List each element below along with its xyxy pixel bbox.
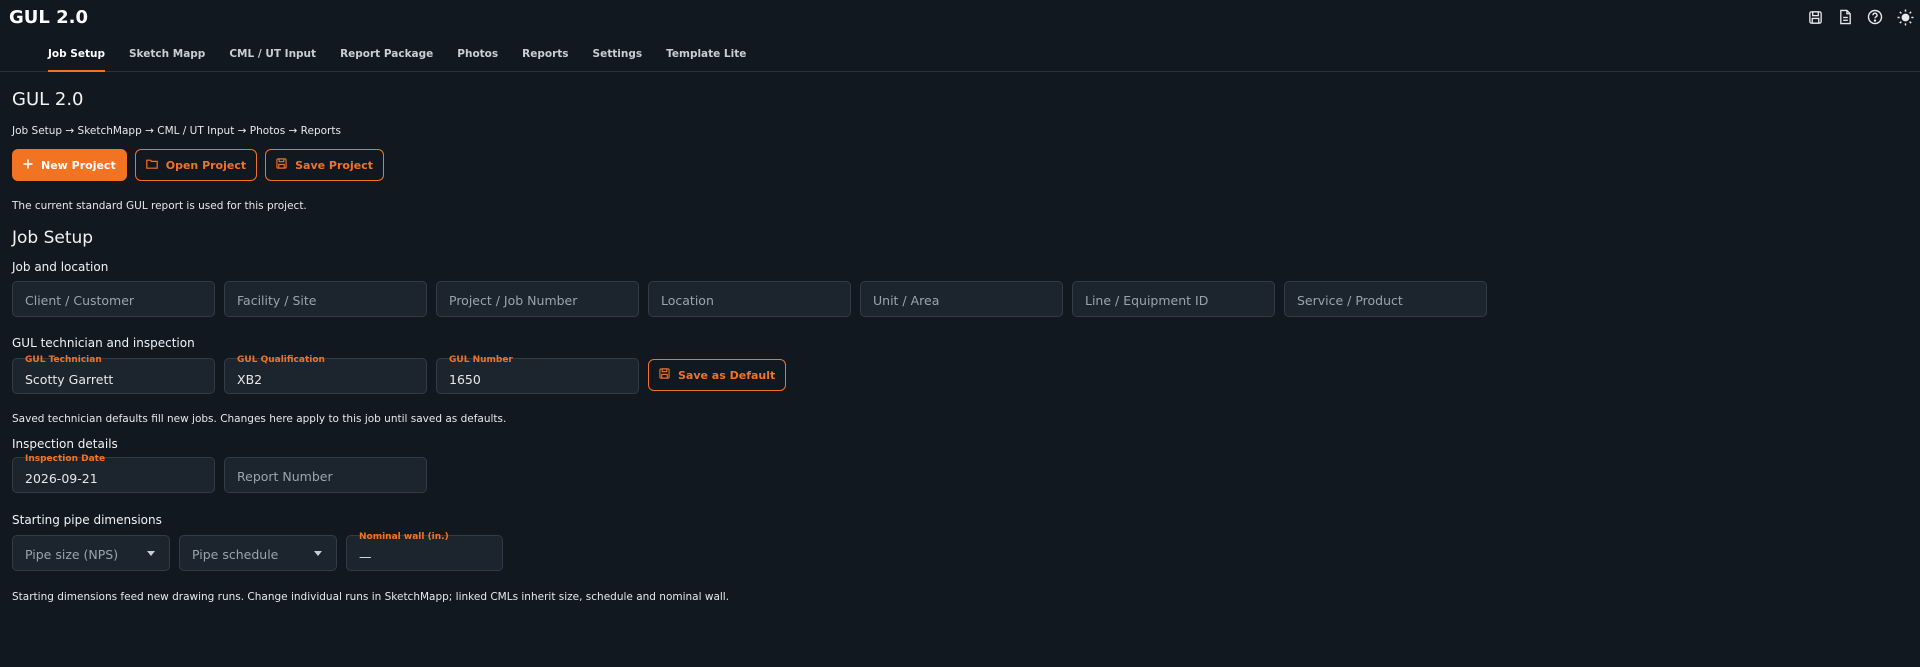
tab-reports[interactable]: Reports	[510, 36, 580, 71]
job-location-fields: Client / Customer Facility / Site Projec…	[12, 281, 1920, 317]
inspection-date-label: Inspection Date	[25, 454, 106, 464]
inspection-fields: Inspection Date 2026-09-21 Report Number	[12, 454, 1920, 493]
save-as-default-label: Save as Default	[678, 368, 776, 382]
pipe-note: Starting dimensions feed new drawing run…	[12, 591, 730, 603]
tab-sketch-mapp[interactable]: Sketch Mapp	[117, 36, 217, 71]
chevron-down-icon	[147, 551, 155, 556]
gul-technician-value: Scotty Garrett	[25, 372, 114, 387]
chevron-down-icon	[314, 551, 322, 556]
gul-number-label: GUL Number	[449, 355, 513, 365]
gul-qualification-label: GUL Qualification	[237, 355, 325, 365]
unit-area-field[interactable]: Unit / Area	[860, 281, 1063, 317]
open-project-button[interactable]: Open Project	[134, 149, 258, 181]
gul-qualification-field[interactable]: GUL Qualification XB2	[224, 355, 427, 394]
nominal-wall-label: Nominal wall (in.)	[359, 532, 449, 542]
project-job-number-placeholder: Project / Job Number	[449, 293, 578, 308]
section-title-job-setup: Job Setup	[12, 228, 94, 248]
tab-report-package[interactable]: Report Package	[328, 36, 445, 71]
tab-settings[interactable]: Settings	[581, 36, 655, 71]
breadcrumb: Job Setup → SketchMapp → CML / UT Input …	[12, 125, 341, 137]
main-content: GUL 2.0 Job Setup → SketchMapp → CML / U…	[0, 89, 1920, 603]
main-tabs: Job Setup Sketch Mapp CML / UT Input Rep…	[0, 36, 1920, 72]
tab-cml-ut-input[interactable]: CML / UT Input	[217, 36, 328, 71]
subsection-technician: GUL technician and inspection	[12, 336, 195, 350]
save-as-default-button[interactable]: Save as Default	[648, 359, 787, 391]
location-field[interactable]: Location	[648, 281, 851, 317]
service-product-field[interactable]: Service / Product	[1284, 281, 1487, 317]
project-actions: New Project Open Project Save Project	[12, 149, 1920, 181]
technician-fields: GUL Technician Scotty Garrett GUL Qualif…	[12, 355, 1920, 394]
new-project-button[interactable]: New Project	[12, 149, 127, 181]
client-customer-placeholder: Client / Customer	[25, 293, 135, 308]
unit-area-placeholder: Unit / Area	[873, 293, 940, 308]
line-equipment-id-field[interactable]: Line / Equipment ID	[1072, 281, 1275, 317]
pipe-size-select[interactable]: Pipe size (NPS)	[12, 535, 170, 571]
plus-icon	[23, 159, 33, 172]
help-icon[interactable]	[1866, 8, 1884, 26]
pipe-schedule-select[interactable]: Pipe schedule	[179, 535, 337, 571]
facility-site-placeholder: Facility / Site	[237, 293, 317, 308]
folder-icon	[145, 159, 158, 172]
gul-number-value: 1650	[449, 372, 481, 387]
report-number-field[interactable]: Report Number	[224, 457, 427, 493]
service-product-placeholder: Service / Product	[1297, 293, 1403, 308]
tab-photos[interactable]: Photos	[445, 36, 510, 71]
tab-template-lite[interactable]: Template Lite	[654, 36, 758, 71]
gul-technician-field[interactable]: GUL Technician Scotty Garrett	[12, 355, 215, 394]
save-project-label: Save Project	[295, 158, 373, 172]
line-equipment-id-placeholder: Line / Equipment ID	[1085, 293, 1209, 308]
facility-site-field[interactable]: Facility / Site	[224, 281, 427, 317]
pipe-fields: Pipe size (NPS) Pipe schedule Nominal wa…	[12, 532, 1920, 571]
inspection-date-field[interactable]: Inspection Date 2026-09-21	[12, 454, 215, 493]
gul-qualification-value: XB2	[237, 372, 263, 387]
top-icons	[1806, 8, 1914, 26]
subsection-pipe: Starting pipe dimensions	[12, 513, 162, 527]
top-bar: GUL 2.0	[0, 0, 1920, 36]
tab-job-setup[interactable]: Job Setup	[36, 36, 117, 72]
report-number-placeholder: Report Number	[237, 469, 333, 484]
save-icon	[659, 368, 670, 382]
open-project-label: Open Project	[165, 158, 247, 172]
technician-note: Saved technician defaults fill new jobs.…	[12, 413, 507, 425]
sun-icon[interactable]	[1896, 8, 1914, 26]
new-project-label: New Project	[41, 158, 116, 172]
gul-technician-label: GUL Technician	[25, 355, 102, 365]
subsection-inspection: Inspection details	[12, 437, 118, 451]
report-note: The current standard GUL report is used …	[12, 200, 307, 212]
project-job-number-field[interactable]: Project / Job Number	[436, 281, 639, 317]
nominal-wall-field[interactable]: Nominal wall (in.) —	[346, 532, 503, 571]
app-title: GUL 2.0	[9, 7, 89, 28]
location-placeholder: Location	[661, 293, 714, 308]
pipe-size-placeholder: Pipe size (NPS)	[25, 547, 119, 562]
gul-number-field[interactable]: GUL Number 1650	[436, 355, 639, 394]
subsection-job-location: Job and location	[12, 260, 109, 274]
pipe-schedule-placeholder: Pipe schedule	[192, 547, 279, 562]
save-project-button[interactable]: Save Project	[265, 149, 384, 181]
save-icon[interactable]	[1806, 8, 1824, 26]
inspection-date-value: 2026-09-21	[25, 471, 98, 486]
save-icon	[276, 158, 287, 172]
document-icon[interactable]	[1836, 8, 1854, 26]
client-customer-field[interactable]: Client / Customer	[12, 281, 215, 317]
nominal-wall-value: —	[359, 549, 372, 564]
page-title: GUL 2.0	[12, 89, 84, 110]
